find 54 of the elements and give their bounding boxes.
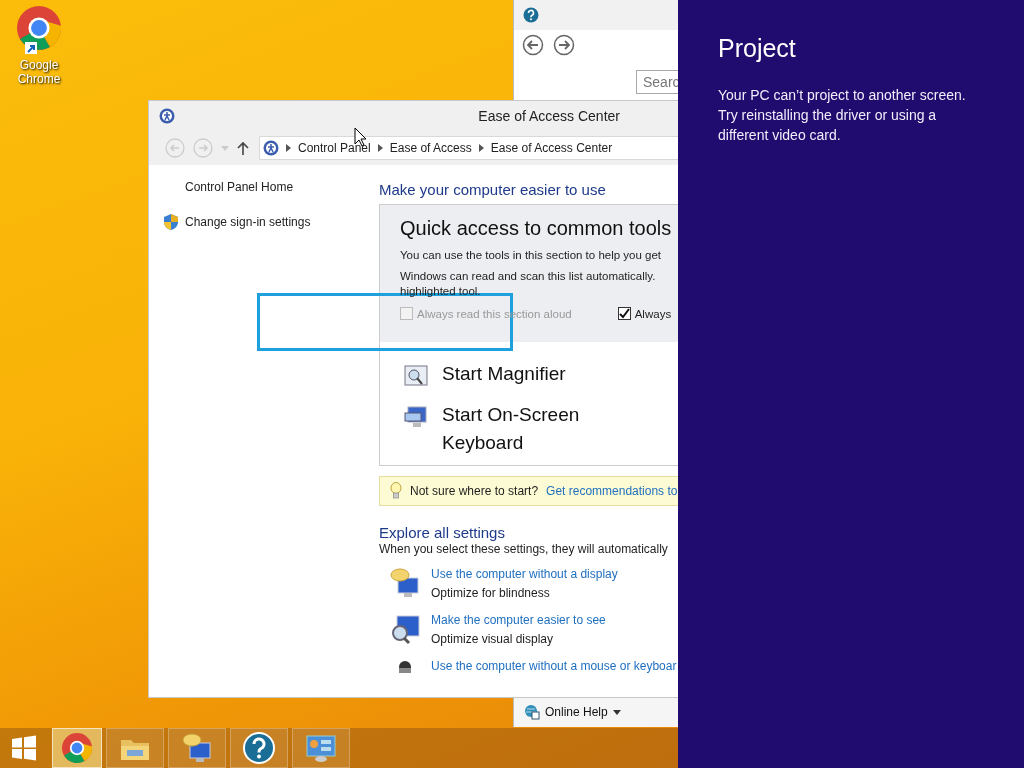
panel-title: Quick access to common tools bbox=[400, 217, 673, 240]
section-heading: Make your computer easier to use bbox=[379, 181, 607, 198]
tip-text: Not sure where to start? bbox=[410, 484, 539, 498]
checkbox-option[interactable]: Always bbox=[617, 307, 672, 320]
description-text: When you select these settings, they will automatically bbox=[379, 542, 669, 556]
keyboard-monitor-icon bbox=[404, 405, 428, 429]
chrome-logo-icon bbox=[17, 6, 61, 50]
description-text: You can use the tools in this section to help you get bbox=[400, 248, 662, 263]
setting-link[interactable]: Use the computer without a mouse or keyboar bbox=[431, 659, 677, 673]
breadcrumb-item[interactable]: Control Panel bbox=[298, 141, 371, 155]
breadcrumb-item[interactable]: Ease of Access Center bbox=[490, 141, 613, 155]
chevron-icon bbox=[377, 144, 383, 152]
magnifier-icon bbox=[404, 364, 428, 388]
lightbulb-icon bbox=[390, 482, 402, 500]
taskbar-button[interactable] bbox=[52, 728, 102, 768]
windows-logo-icon bbox=[11, 735, 37, 761]
address-bar[interactable]: Control Panel Ease of Access Ease of Access Center bbox=[259, 136, 678, 160]
description-text: Windows can read and scan this list automatically. bbox=[400, 269, 656, 284]
caret-icon bbox=[612, 709, 621, 715]
ease-of-access-icon bbox=[263, 140, 279, 156]
chevron-icon bbox=[286, 144, 291, 152]
help-icon bbox=[523, 7, 539, 23]
sidebar-link[interactable]: Control Panel Home bbox=[185, 180, 294, 194]
shield-icon bbox=[163, 213, 179, 231]
up-arrow-icon[interactable] bbox=[237, 141, 249, 155]
section-heading: Explore all settings bbox=[379, 524, 506, 541]
breadcrumb-item[interactable]: Ease of Access bbox=[389, 141, 472, 155]
tool-link[interactable]: Start On-Screen Keyboard bbox=[442, 401, 592, 457]
setting-link[interactable]: Use the computer without a display bbox=[431, 567, 618, 581]
back-icon[interactable] bbox=[522, 34, 544, 56]
tool-link[interactable]: Start Magnifier bbox=[442, 360, 592, 388]
monitor-speech-icon bbox=[181, 732, 213, 764]
ease-of-access-icon bbox=[159, 108, 175, 124]
error-message: Your PC can’t project to another screen. Try reinstalling the driver or using a different video card. bbox=[718, 86, 967, 145]
monitor-magnifier-icon bbox=[389, 613, 421, 645]
setting-link[interactable]: Make the computer easier to see bbox=[431, 613, 606, 627]
setting-description: Optimize for blindness bbox=[431, 586, 551, 600]
taskbar-button[interactable] bbox=[292, 728, 350, 768]
monitor-speech-icon bbox=[389, 567, 421, 599]
setting-description: Optimize visual display bbox=[431, 632, 555, 646]
taskbar-button[interactable] bbox=[230, 728, 288, 768]
chevron-icon bbox=[478, 144, 484, 152]
sidebar-link[interactable]: Change sign-in settings bbox=[185, 215, 311, 229]
globe-icon bbox=[524, 704, 540, 720]
help-icon bbox=[243, 732, 275, 764]
forward-icon[interactable] bbox=[553, 34, 575, 56]
checkmark-icon bbox=[618, 308, 630, 319]
recommendations-link[interactable]: Get recommendations to bbox=[546, 484, 678, 498]
shortcut-arrow-icon bbox=[25, 42, 37, 54]
chrome-logo-icon bbox=[62, 733, 92, 763]
taskbar-button[interactable] bbox=[168, 728, 226, 768]
control-panel-icon bbox=[305, 733, 337, 763]
panel-title: Project bbox=[718, 34, 797, 63]
window-title: Ease of Access Center bbox=[478, 108, 620, 124]
